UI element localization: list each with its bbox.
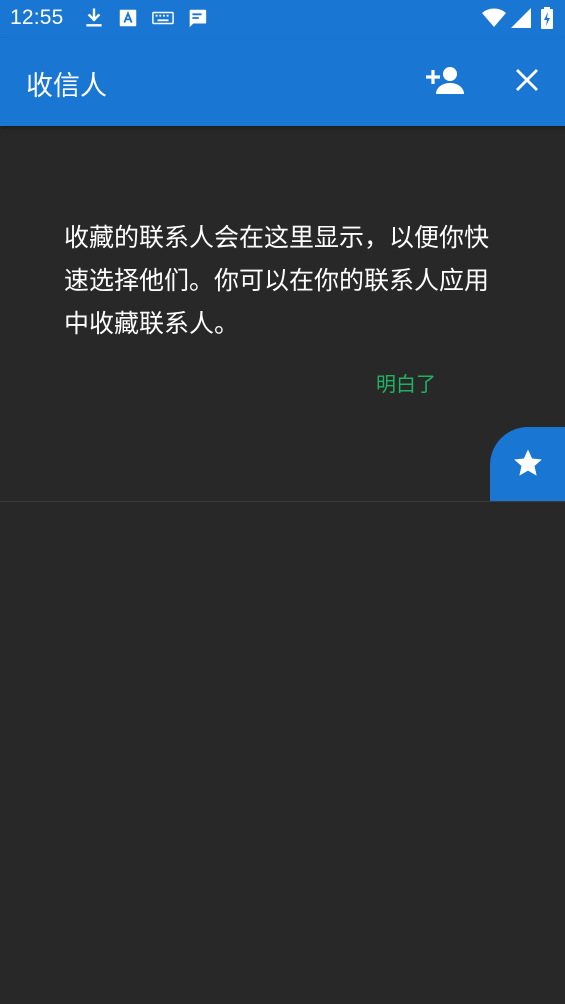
add-contact-icon — [426, 65, 466, 99]
favorites-tab[interactable] — [490, 427, 565, 501]
close-icon — [515, 68, 539, 96]
recipient-picker-screen: 12:55 收信人 收藏的联系人会在这里显示，以便你快速选择他们。你可以在你的联… — [0, 0, 565, 1004]
app-bar: 收信人 — [0, 38, 565, 126]
status-time: 12:55 — [10, 6, 64, 29]
wifi-icon — [482, 7, 506, 29]
message-icon — [186, 7, 208, 29]
favorites-panel: 收藏的联系人会在这里显示，以便你快速选择他们。你可以在你的联系人应用中收藏联系人… — [0, 126, 565, 502]
signal-icon — [510, 7, 532, 29]
battery-charging-icon — [540, 7, 562, 29]
close-button[interactable] — [503, 58, 551, 106]
got-it-button[interactable]: 明白了 — [366, 364, 446, 401]
download-icon — [83, 7, 105, 29]
status-bar: 12:55 — [0, 0, 565, 38]
star-icon — [511, 444, 545, 484]
keyboard-icon — [152, 7, 174, 29]
page-title: 收信人 — [26, 71, 107, 102]
favorites-empty-message: 收藏的联系人会在这里显示，以便你快速选择他们。你可以在你的联系人应用中收藏联系人… — [64, 223, 490, 338]
font-icon — [117, 7, 139, 29]
add-contact-button[interactable] — [422, 58, 470, 106]
